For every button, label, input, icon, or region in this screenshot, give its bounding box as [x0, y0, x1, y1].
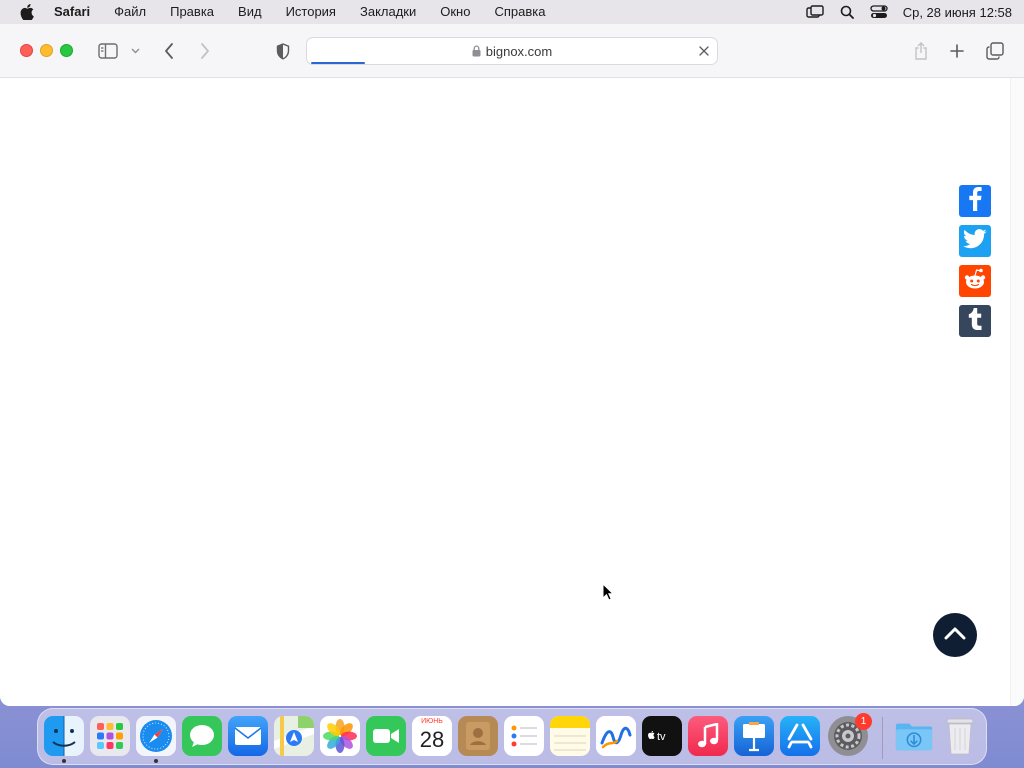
freeform-icon[interactable] — [596, 716, 636, 756]
page-load-progress-bar — [311, 62, 365, 64]
svg-text:tv: tv — [657, 731, 666, 743]
menu-app-name[interactable]: Safari — [49, 0, 102, 24]
tab-groups-chevron-down-icon[interactable] — [129, 39, 141, 63]
menu-bar-clock[interactable]: Ср, 28 июня 12:58 — [903, 5, 1012, 20]
stop-loading-close-icon[interactable] — [697, 44, 711, 58]
page-scrollbar[interactable] — [1010, 78, 1024, 706]
reddit-share-button[interactable] — [959, 265, 991, 297]
tab-overview-icon[interactable] — [985, 39, 1005, 63]
menu-window[interactable]: Окно — [428, 0, 482, 24]
menu-help[interactable]: Справка — [482, 0, 557, 24]
sidebar-toggle-icon[interactable] — [96, 39, 120, 63]
address-bar[interactable]: bignox.com — [306, 37, 718, 65]
menu-view[interactable]: Вид — [226, 0, 274, 24]
privacy-shield-icon[interactable] — [273, 39, 293, 63]
window-close-button[interactable] — [20, 44, 33, 57]
safari-window: bignox.com — [0, 24, 1024, 706]
twitter-share-button[interactable] — [959, 225, 991, 257]
photos-icon[interactable] — [320, 716, 360, 756]
menu-edit[interactable]: Правка — [158, 0, 226, 24]
calendar-month-label: ИЮНЬ — [421, 718, 443, 725]
trash-icon[interactable] — [940, 716, 980, 756]
share-icon[interactable] — [911, 39, 931, 63]
calendar-day-label: 28 — [419, 727, 445, 752]
apple-menu-icon[interactable] — [17, 2, 37, 22]
safari-toolbar: bignox.com — [0, 24, 1024, 78]
forward-chevron-icon[interactable] — [194, 39, 216, 63]
twitter-icon — [963, 228, 987, 254]
mail-icon[interactable] — [228, 716, 268, 756]
web-page-content — [0, 78, 1024, 706]
menu-bookmarks[interactable]: Закладки — [348, 0, 428, 24]
mouse-pointer-icon — [602, 582, 615, 601]
dock-separator — [882, 717, 883, 759]
reminders-icon[interactable] — [504, 716, 544, 756]
keynote-icon[interactable] — [734, 716, 774, 756]
system-settings-badge: 1 — [855, 713, 872, 730]
finder-running-indicator — [62, 759, 66, 763]
screen-mirroring-icon[interactable] — [805, 4, 825, 20]
address-url: bignox.com — [485, 43, 553, 59]
contacts-icon[interactable] — [458, 716, 498, 756]
tumblr-icon — [968, 307, 982, 335]
downloads-folder-icon[interactable] — [894, 716, 934, 756]
safari-running-indicator — [154, 759, 158, 763]
safari-app-icon[interactable] — [136, 716, 176, 756]
tumblr-share-button[interactable] — [959, 305, 991, 337]
window-minimize-button[interactable] — [40, 44, 53, 57]
notes-icon[interactable] — [550, 716, 590, 756]
finder-icon[interactable] — [44, 716, 84, 756]
back-chevron-icon[interactable] — [158, 39, 180, 63]
spotlight-search-icon[interactable] — [837, 4, 857, 20]
back-to-top-button[interactable] — [933, 613, 977, 657]
window-zoom-button[interactable] — [60, 44, 73, 57]
menu-file[interactable]: Файл — [102, 0, 158, 24]
facebook-share-button[interactable] — [959, 185, 991, 217]
messages-icon[interactable] — [182, 716, 222, 756]
launchpad-icon[interactable] — [90, 716, 130, 756]
menu-bar: Safari Файл Правка Вид История Закладки … — [0, 0, 1024, 24]
maps-icon[interactable] — [274, 716, 314, 756]
music-icon[interactable] — [688, 716, 728, 756]
facebook-icon — [968, 186, 982, 216]
calendar-icon[interactable]: ИЮНЬ 28 — [412, 716, 452, 756]
reddit-icon — [963, 268, 987, 295]
control-center-icon[interactable] — [869, 4, 889, 20]
chevron-up-icon — [944, 626, 966, 645]
apple-tv-icon[interactable]: tv — [642, 716, 682, 756]
menu-history[interactable]: История — [274, 0, 348, 24]
lock-icon — [472, 45, 481, 57]
facetime-icon[interactable] — [366, 716, 406, 756]
new-tab-plus-icon[interactable] — [947, 39, 967, 63]
app-store-icon[interactable] — [780, 716, 820, 756]
dock: ИЮНЬ 28 tv 1 — [37, 708, 987, 765]
